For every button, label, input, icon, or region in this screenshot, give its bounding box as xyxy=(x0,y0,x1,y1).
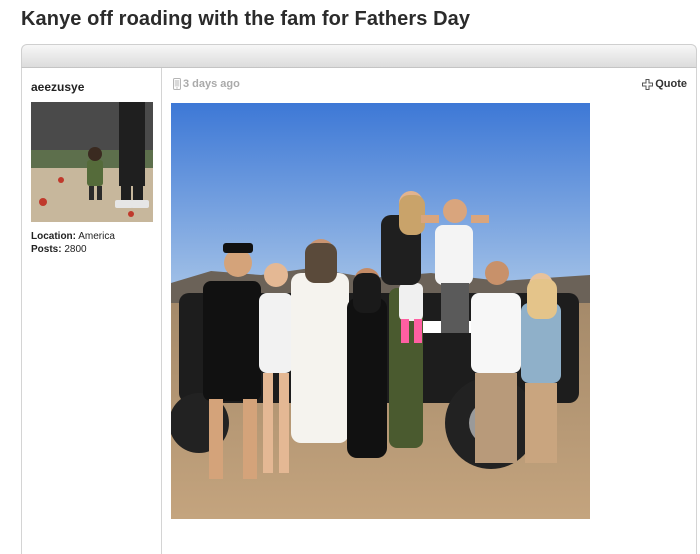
person-4 xyxy=(347,268,387,458)
time-ago: 3 days ago xyxy=(183,78,240,90)
user-location: Location: America xyxy=(31,230,115,243)
avatar-illustration xyxy=(31,102,153,222)
posts-value: 2800 xyxy=(64,244,87,255)
quote-plus-icon xyxy=(642,78,654,90)
user-meta: Location: America Posts: 2800 xyxy=(31,230,115,256)
person-9 xyxy=(521,273,561,463)
user-post-count: Posts: 2800 xyxy=(31,243,115,256)
mobile-phone-icon xyxy=(173,78,181,90)
location-value: America xyxy=(78,231,115,242)
quote-label: Quote xyxy=(655,78,687,90)
username-link[interactable]: aeezusye xyxy=(31,80,84,94)
group-photo-illustration xyxy=(171,103,590,519)
post-timestamp: 3 days ago xyxy=(173,78,240,90)
user-info-column: aeezusye Location: America Posts: 2800 xyxy=(22,68,162,554)
thread-title: Kanye off roading with the fam for Fathe… xyxy=(21,8,471,30)
post-photo[interactable] xyxy=(171,103,590,519)
location-label: Location: xyxy=(31,231,76,242)
post-header-bar xyxy=(21,44,697,68)
user-avatar[interactable] xyxy=(31,102,153,222)
post-container: aeezusye Location: America Posts: 2800 3… xyxy=(21,68,697,554)
quote-button[interactable]: Quote xyxy=(642,78,687,90)
posts-label: Posts: xyxy=(31,244,62,255)
